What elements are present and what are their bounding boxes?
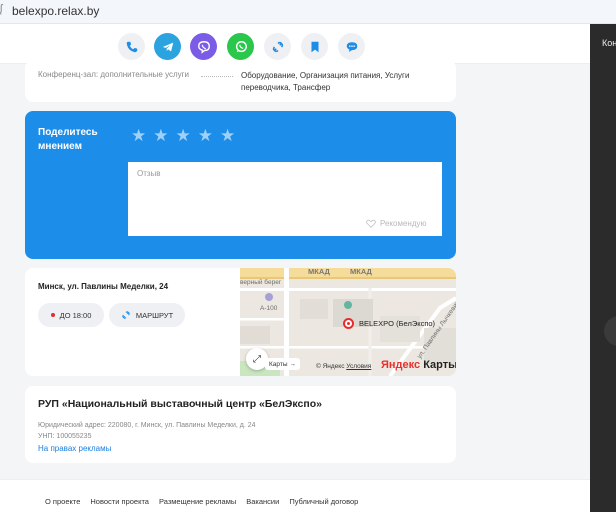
rating-stars[interactable]: ★ ★ ★ ★ ★ (131, 127, 235, 144)
viber-button[interactable] (190, 33, 217, 60)
browser-url-bar[interactable]: ᶘ belexpo.relax.by (0, 0, 616, 24)
whatsapp-button[interactable] (227, 33, 254, 60)
location-card: Минск, ул. Павлины Меделки, 24 ДО 18:00 … (25, 268, 456, 376)
recommend-label: Рекомендую (380, 219, 427, 228)
star-4[interactable]: ★ (198, 127, 213, 144)
organization-name: РУП «Национальный выставочный центр «Бел… (38, 398, 322, 410)
footer-link-advertising[interactable]: Размещение рекламы (159, 497, 236, 506)
legal-address: Юридический адрес: 220080, г. Минск, ул.… (38, 422, 256, 429)
bookmark-icon (311, 41, 318, 52)
map-label-mkad-1: МКАД (308, 268, 330, 276)
organization-card: РУП «Национальный выставочный центр «Бел… (25, 386, 456, 463)
footer-link-public-contract[interactable]: Публичный договор (289, 497, 358, 506)
telegram-button[interactable] (154, 33, 181, 60)
hours-label: ДО 18:00 (59, 310, 92, 320)
open-in-maps-button[interactable]: Карты → (265, 358, 300, 370)
yandex-maps-logo: Яндекс Карты (381, 359, 456, 371)
services-card: Конференц-зал: дополнительные услуги Обо… (25, 60, 456, 102)
url-text[interactable]: belexpo.relax.by (12, 4, 99, 18)
footer-link-news[interactable]: Новости проекта (90, 497, 149, 506)
chat-icon (346, 41, 357, 52)
recommend-toggle[interactable]: Рекомендую (366, 219, 427, 228)
chat-button[interactable] (338, 33, 365, 60)
leader-dots (201, 76, 233, 77)
expand-icon: ⤢ (253, 353, 261, 365)
unp-number: УНП: 100055235 (38, 433, 92, 440)
services-label: Конференц-зал: дополнительные услуги (38, 70, 190, 79)
whatsapp-icon (235, 40, 247, 52)
phone-button[interactable] (118, 33, 145, 60)
map-copyright: © Яндекс Условия (316, 363, 371, 370)
contact-bar (0, 24, 590, 64)
site-info-icon[interactable]: ᶘ (0, 3, 2, 15)
footer-link-about[interactable]: О проекте (45, 497, 80, 506)
phone-icon (126, 41, 137, 52)
maps-logo-text: Карты (423, 359, 456, 371)
services-value: Оборудование, Организация питания, Услуг… (241, 71, 410, 92)
map-place-label[interactable]: BELEXPO (БелЭкспо) (359, 319, 435, 328)
map-label-district: верный берег (240, 279, 282, 286)
yandex-logo-text: Яндекс (381, 359, 421, 371)
star-2[interactable]: ★ (153, 127, 168, 144)
map-copyright-text: © Яндекс (316, 363, 345, 370)
map-label-mkad-2: МКАД (350, 268, 372, 276)
side-preview-panel: Конф (590, 24, 616, 512)
address: Минск, ул. Павлины Меделки, 24 (38, 282, 169, 291)
advertising-link[interactable]: На правах рекламы (38, 444, 111, 453)
telegram-icon (162, 42, 173, 51)
link-button[interactable] (264, 33, 291, 60)
legal-info: Юридический адрес: 220080, г. Минск, ул.… (38, 420, 256, 442)
footer: О проекте Новости проекта Размещение рек… (0, 479, 590, 512)
route-icon (122, 311, 130, 319)
open-in-maps-label: Карты → (269, 360, 296, 368)
review-title: Поделитесь мнением (38, 127, 98, 152)
hours-button[interactable]: ДО 18:00 (38, 303, 104, 327)
side-preview-nav-button[interactable] (604, 316, 616, 346)
link-icon (272, 41, 283, 52)
route-button[interactable]: МАРШРУТ (109, 303, 185, 327)
footer-links: О проекте Новости проекта Размещение рек… (45, 497, 358, 506)
footer-link-vacancies[interactable]: Вакансии (246, 497, 279, 506)
map-widget[interactable]: МКАД МКАД верный берег А-100 ул. Павлины… (240, 268, 456, 376)
bookmark-button[interactable] (301, 33, 328, 60)
route-label: МАРШРУТ (135, 310, 174, 320)
status-dot (50, 313, 55, 317)
star-1[interactable]: ★ (131, 127, 146, 144)
map-terms-link[interactable]: Условия (346, 363, 371, 370)
star-5[interactable]: ★ (220, 127, 235, 144)
map-label-road: А-100 (260, 305, 278, 312)
map-pin-icon[interactable] (343, 318, 354, 329)
heart-icon (366, 219, 376, 228)
star-3[interactable]: ★ (176, 127, 191, 144)
review-block: Поделитесь мнением ★ ★ ★ ★ ★ Рекомендую (25, 111, 456, 259)
side-preview-text: Конф (602, 38, 616, 48)
viber-icon (197, 40, 210, 54)
